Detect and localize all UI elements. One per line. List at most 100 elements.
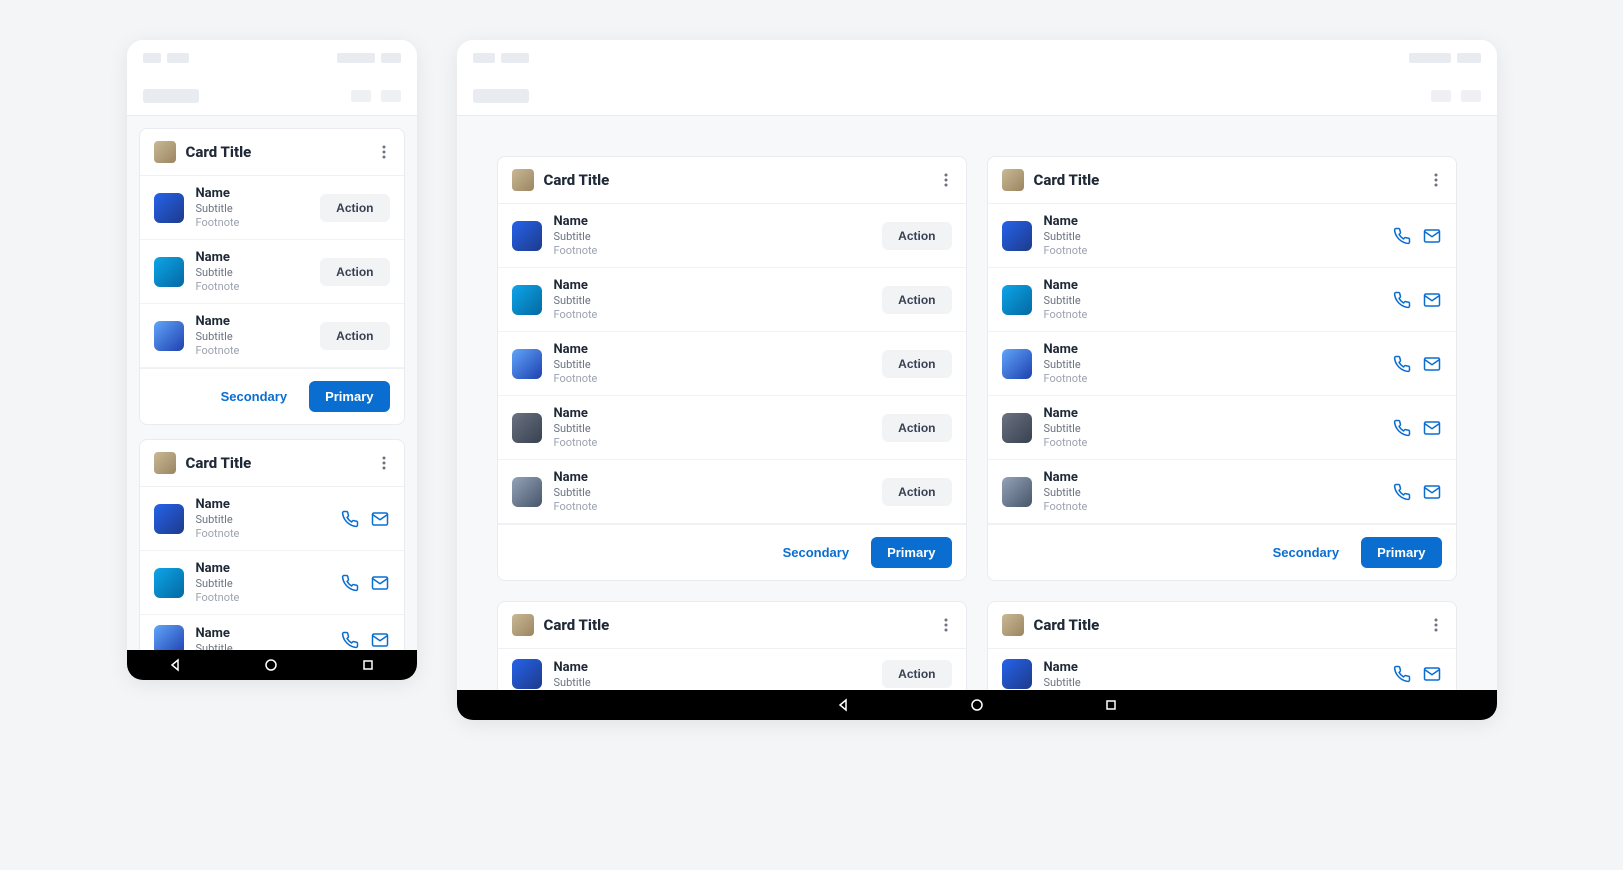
list-item[interactable]: NameSubtitleFootnote [988,332,1456,396]
card: Card Title NameSubtitleFootnote NameSubt… [139,439,405,650]
list-item[interactable]: NameSubtitleFootnote [140,551,404,615]
content-area: Card Title NameSubtitleFootnoteAction Na… [457,116,1497,690]
item-footnote: Footnote [1044,436,1380,449]
action-button[interactable]: Action [882,286,951,314]
mail-icon[interactable] [370,509,390,529]
phone-icon[interactable] [1392,354,1412,374]
action-button[interactable]: Action [882,414,951,442]
item-footnote: Footnote [554,500,871,513]
statusbar [127,40,417,76]
card-avatar [512,614,534,636]
item-name: Name [554,660,871,675]
item-subtitle: Subtitle [1044,294,1380,307]
card: Card Title NameSubtitleFootnote Action N… [139,128,405,425]
item-avatar [512,413,542,443]
more-icon[interactable] [940,169,952,191]
phone-icon[interactable] [340,573,360,593]
list-item[interactable]: NameSubtitle Action [498,649,966,690]
phone-icon[interactable] [1392,226,1412,246]
item-avatar [154,625,184,650]
card-footer: Secondary Primary [988,524,1456,580]
toolbar-action-placeholder[interactable] [1461,90,1481,102]
item-avatar [1002,221,1032,251]
list-item[interactable]: NameSubtitleFootnote [988,460,1456,524]
item-name: Name [554,342,871,357]
statusbar [457,40,1497,76]
list-item[interactable]: NameSubtitleFootnote Action [140,304,404,368]
list-item[interactable]: NameSubtitleFootnoteAction [498,204,966,268]
phone-icon[interactable] [340,630,360,650]
item-footnote: Footnote [196,280,309,293]
home-icon[interactable] [970,698,984,712]
mail-icon[interactable] [370,573,390,593]
back-icon[interactable] [836,698,850,712]
recent-icon[interactable] [361,658,375,672]
secondary-button[interactable]: Secondary [771,537,861,568]
list-item[interactable]: NameSubtitleFootnote Action [140,176,404,240]
list-item[interactable]: NameSubtitleFootnoteAction [498,332,966,396]
mail-icon[interactable] [1422,226,1442,246]
list-item[interactable]: NameSubtitleFootnote Action [140,240,404,304]
item-subtitle: Subtitle [554,676,871,689]
list-item[interactable]: NameSubtitleFootnoteAction [498,396,966,460]
action-button[interactable]: Action [882,660,951,688]
toolbar-action-placeholder[interactable] [1431,90,1451,102]
more-icon[interactable] [1430,169,1442,191]
mail-icon[interactable] [1422,418,1442,438]
phone-icon[interactable] [1392,290,1412,310]
action-button[interactable]: Action [882,350,951,378]
item-subtitle: Subtitle [1044,486,1380,499]
item-name: Name [1044,470,1380,485]
more-icon[interactable] [940,614,952,636]
action-button[interactable]: Action [320,322,389,350]
mail-icon[interactable] [1422,290,1442,310]
secondary-button[interactable]: Secondary [209,381,299,412]
item-name: Name [1044,660,1380,675]
item-name: Name [554,406,871,421]
action-button[interactable]: Action [882,478,951,506]
list-item[interactable]: NameSubtitle [988,649,1456,690]
mail-icon[interactable] [1422,482,1442,502]
card-header: Card Title [140,440,404,487]
mail-icon[interactable] [1422,354,1442,374]
phone-icon[interactable] [1392,418,1412,438]
phone-icon[interactable] [340,509,360,529]
list-item[interactable]: NameSubtitleFootnote [988,396,1456,460]
action-button[interactable]: Action [320,258,389,286]
list-item[interactable]: NameSubtitle [140,615,404,650]
list-item[interactable]: NameSubtitleFootnote [988,268,1456,332]
toolbar-action-placeholder[interactable] [381,90,401,102]
list-item[interactable]: NameSubtitleFootnote Action [498,460,966,524]
back-icon[interactable] [168,658,182,672]
more-icon[interactable] [378,141,390,163]
action-button[interactable]: Action [320,194,389,222]
toolbar-title-placeholder [143,89,199,103]
list-item[interactable]: NameSubtitleFootnote [140,487,404,551]
phone-icon[interactable] [1392,664,1412,684]
toolbar [457,76,1497,116]
toolbar-action-placeholder[interactable] [351,90,371,102]
secondary-button[interactable]: Secondary [1261,537,1351,568]
recent-icon[interactable] [1104,698,1118,712]
item-subtitle: Subtitle [1044,358,1380,371]
mail-icon[interactable] [370,630,390,650]
item-subtitle: Subtitle [196,266,309,279]
list-item[interactable]: NameSubtitleFootnote [988,204,1456,268]
primary-button[interactable]: Primary [871,537,951,568]
list-item[interactable]: NameSubtitleFootnoteAction [498,268,966,332]
item-subtitle: Subtitle [196,577,328,590]
home-icon[interactable] [264,658,278,672]
item-name: Name [554,470,871,485]
item-name: Name [196,250,309,265]
action-button[interactable]: Action [882,222,951,250]
primary-button[interactable]: Primary [1361,537,1441,568]
primary-button[interactable]: Primary [309,381,389,412]
item-subtitle: Subtitle [196,513,328,526]
more-icon[interactable] [378,452,390,474]
item-name: Name [1044,406,1380,421]
mail-icon[interactable] [1422,664,1442,684]
more-icon[interactable] [1430,614,1442,636]
card-header: Card Title [140,129,404,176]
phone-icon[interactable] [1392,482,1412,502]
item-subtitle: Subtitle [554,486,871,499]
